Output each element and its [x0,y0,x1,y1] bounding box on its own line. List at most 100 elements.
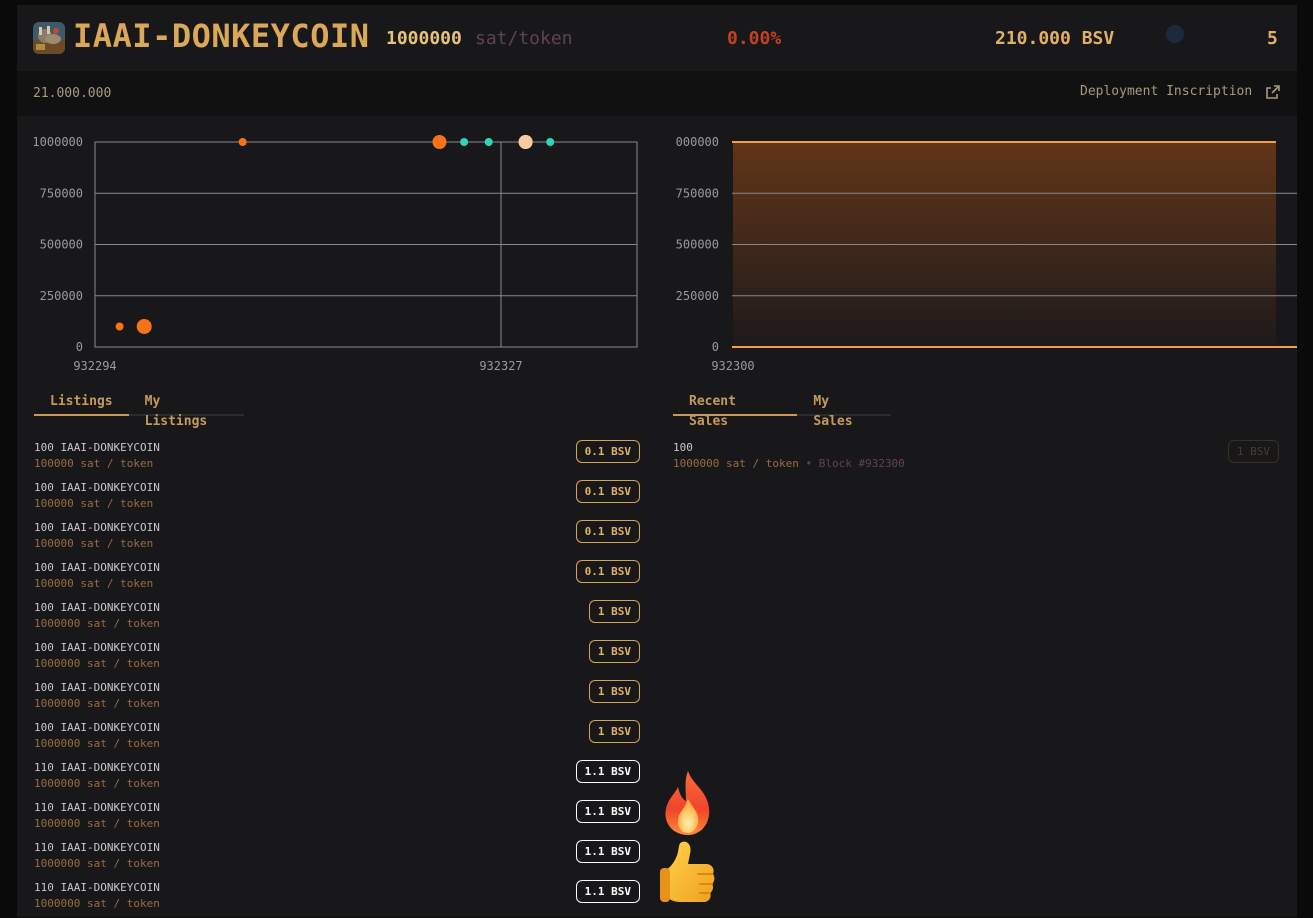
listing-price-per-token: 1000000 sat / token [34,617,160,630]
y-tick-label: 0 [712,340,719,354]
listing-item: 100 IAAI-DONKEYCOIN 1000000 sat / token 1 … [34,598,640,638]
listing-item: 100 IAAI-DONKEYCOIN 1000000 sat / token 1 … [34,678,640,718]
buy-listing-button[interactable]: 1 BSV [588,600,640,623]
listing-price-scatter-chart: 1000000 750000 500000 250000 0 932294 932327 [32,135,638,373]
listing-price-per-token: 1000000 sat / token [34,777,160,790]
listing-item: 100 IAAI-DONKEYCOIN 100000 sat / token 0.1… [34,558,640,598]
listing-price-per-token: 1000000 sat / token [34,857,160,870]
listing-point [432,135,447,149]
token-info-bar: 21.000.000 Deployment Inscription [17,71,1297,116]
listing-price-per-token: 1000000 sat / token [34,897,160,910]
buy-listing-button[interactable]: 1 BSV [588,720,640,743]
sales-price-area-chart: 000000 750000 500000 250000 0 932300 [676,135,1297,373]
listing-item: 100 IAAI-DONKEYCOIN 1000000 sat / token 1 … [34,718,640,758]
fire-emoji-icon [665,771,710,835]
buy-listing-button[interactable]: 1.1 BSV [575,760,640,783]
status-dot-icon [1166,25,1184,43]
buy-listing-button[interactable]: 0.1 BSV [575,440,640,463]
y-tick-label: 750000 [676,186,719,200]
sale-details: 1000000 sat / token • Block #932300 [673,457,905,470]
buy-listing-button[interactable]: 1.1 BSV [575,800,640,823]
y-tick-label: 0 [76,340,83,354]
y-tick-label: 250000 [676,289,719,303]
listing-item: 100 IAAI-DONKEYCOIN 100000 sat / token 0.1… [34,518,640,558]
tab-listings[interactable]: Listings [34,392,129,416]
sale-item: 100 1000000 sat / token • Block #932300 … [673,438,1280,478]
buy-listing-button[interactable]: 0.1 BSV [575,520,640,543]
tab-recent-sales[interactable]: Recent Sales [673,392,798,429]
buy-listing-button[interactable]: 0.1 BSV [575,560,640,583]
listing-item: 110 IAAI-DONKEYCOIN 1000000 sat / token 1.… [34,878,640,918]
listing-price-per-token: 100000 sat / token [34,457,154,470]
buy-listing-button[interactable]: 0.1 BSV [575,480,640,503]
x-tick-label: 932294 [73,359,116,373]
price-unit: sat/token [475,28,573,49]
sale-price-button[interactable]: 1 BSV [1227,440,1279,463]
listing-point [238,138,247,146]
y-tick-label: 000000 [676,135,719,149]
listing-amount: 100 IAAI-DONKEYCOIN [34,521,160,534]
external-link-icon [1266,84,1280,99]
deployment-inscription-link[interactable]: Deployment Inscription [1080,84,1280,99]
listing-price-per-token: 1000000 sat / token [34,657,160,670]
listing-price-per-token: 1000000 sat / token [34,697,160,710]
y-tick-label: 1000000 [32,135,83,149]
listing-price-per-token: 100000 sat / token [34,497,154,510]
sale-amount: 100 [673,441,693,454]
token-header: IAAI-DONKEYCOIN 1000000 sat/token 0.00% … [17,5,1297,71]
listing-item: 110 IAAI-DONKEYCOIN 1000000 sat / token 1.… [34,798,640,838]
listing-amount: 100 IAAI-DONKEYCOIN [34,641,160,654]
listing-amount: 110 IAAI-DONKEYCOIN [34,761,160,774]
listing-amount: 100 IAAI-DONKEYCOIN [34,481,160,494]
tab-my-sales[interactable]: My Sales [797,392,891,429]
listing-amount: 110 IAAI-DONKEYCOIN [34,801,160,814]
buy-listing-button[interactable]: 1 BSV [588,640,640,663]
y-tick-label: 500000 [40,238,83,252]
token-title: IAAI-DONKEYCOIN [73,17,370,55]
token-logo-icon [33,22,65,54]
max-supply: 21.000.000 [33,86,112,101]
listing-price-per-token: 100000 sat / token [34,577,154,590]
listing-price-per-token: 1000000 sat / token [34,817,160,830]
listing-price-per-token: 1000000 sat / token [34,737,160,750]
listing-point [518,135,533,149]
listing-item: 100 IAAI-DONKEYCOIN 100000 sat / token 0.1… [34,438,640,478]
listing-point [115,322,124,331]
listing-amount: 100 IAAI-DONKEYCOIN [34,601,160,614]
buy-listing-button[interactable]: 1 BSV [588,680,640,703]
listing-amount: 110 IAAI-DONKEYCOIN [34,881,160,894]
holders-count: 5 [1267,28,1278,49]
market-page: IAAI-DONKEYCOIN 1000000 sat/token 0.00% … [17,5,1297,917]
x-tick-label: 932300 [711,359,754,373]
buy-listing-button[interactable]: 1.1 BSV [575,840,640,863]
listing-amount: 100 IAAI-DONKEYCOIN [34,441,160,454]
sale-point [484,138,493,146]
listing-amount: 100 IAAI-DONKEYCOIN [34,681,160,694]
sales-tabs: Recent Sales My Sales [673,392,891,429]
buy-listing-button[interactable]: 1.1 BSV [575,880,640,903]
thumbs-up-emoji-icon [660,841,715,902]
price-change: 0.00% [727,28,782,49]
listing-item: 100 IAAI-DONKEYCOIN 1000000 sat / token 1 … [34,638,640,678]
y-tick-label: 750000 [40,186,83,200]
x-tick-label: 932327 [479,359,522,373]
sale-point [546,138,555,146]
sale-price-per-token: 1000000 sat / token [673,457,799,470]
listing-point [136,319,152,334]
listing-amount: 100 IAAI-DONKEYCOIN [34,561,160,574]
sale-point [460,138,469,146]
listing-amount: 100 IAAI-DONKEYCOIN [34,721,160,734]
listing-item: 100 IAAI-DONKEYCOIN 100000 sat / token 0.1… [34,478,640,518]
floor-price: 1000000 [386,28,462,49]
listing-item: 110 IAAI-DONKEYCOIN 1000000 sat / token 1.… [34,758,640,798]
listing-item: 110 IAAI-DONKEYCOIN 1000000 sat / token 1.… [34,838,640,878]
market-cap: 210.000 BSV [995,28,1115,49]
tab-my-listings[interactable]: My Listings [129,392,244,429]
y-tick-label: 250000 [40,289,83,303]
y-tick-label: 500000 [676,238,719,252]
listing-price-per-token: 100000 sat / token [34,537,154,550]
deployment-inscription-label: Deployment Inscription [1080,84,1253,99]
listing-amount: 110 IAAI-DONKEYCOIN [34,841,160,854]
listings-tabs: Listings My Listings [34,392,244,429]
sale-block: • Block #932300 [805,457,905,470]
